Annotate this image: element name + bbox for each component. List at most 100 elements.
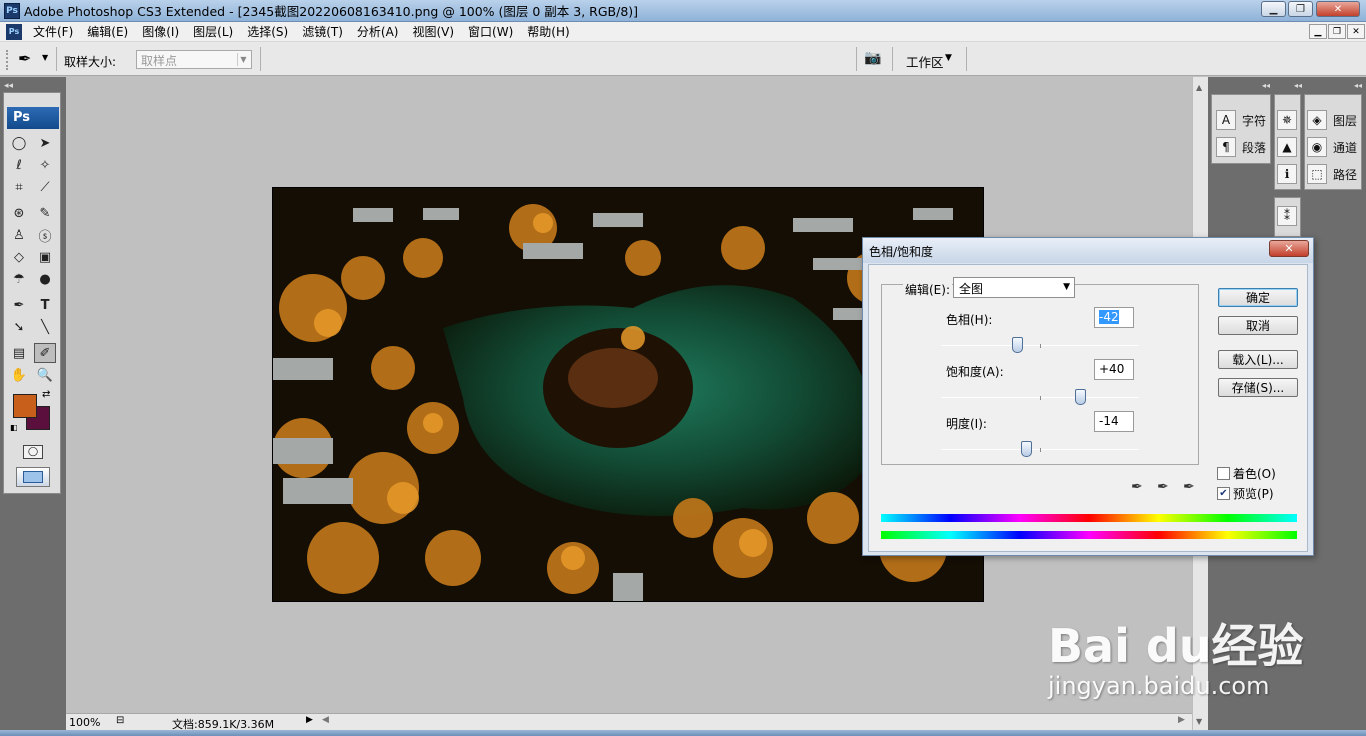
paths-panel-button[interactable]: ⬚ 路径 <box>1307 164 1357 184</box>
saturation-input[interactable]: +40 <box>1094 359 1134 380</box>
zoom-level[interactable]: 100% <box>69 716 100 729</box>
slice-tool-icon[interactable]: ⟋ <box>34 177 56 197</box>
zoom-tool-icon[interactable]: 🔍 <box>34 365 56 385</box>
hand-tool-icon[interactable]: ✋ <box>8 365 30 385</box>
gradient-tool-icon[interactable]: ▣ <box>34 247 56 267</box>
cancel-button[interactable]: 取消 <box>1218 316 1298 335</box>
hue-input[interactable]: -42 <box>1094 307 1134 328</box>
document-icon[interactable]: Ps <box>6 23 22 40</box>
brushes-panel-button[interactable]: ⁑ <box>1277 206 1303 226</box>
blur-tool-icon[interactable]: ☂ <box>8 269 30 289</box>
doc-minimize-button[interactable]: ▁ <box>1309 24 1327 39</box>
options-grip[interactable] <box>6 50 16 70</box>
workspace-chevron-icon[interactable]: ▼ <box>945 53 952 63</box>
colorize-checkbox[interactable]: 着色(O) <box>1217 465 1276 482</box>
input-color-bar <box>881 514 1297 522</box>
channels-panel-button[interactable]: ◉ 通道 <box>1307 137 1357 157</box>
title-bar: Ps Adobe Photoshop CS3 Extended - [2345截… <box>0 0 1366 22</box>
scroll-up-icon[interactable]: ▲ <box>1196 83 1202 92</box>
foreground-color-swatch[interactable] <box>13 394 37 418</box>
save-button[interactable]: 存储(S)... <box>1218 378 1298 397</box>
doc-close-button[interactable]: ✕ <box>1347 24 1365 39</box>
eyedropper-tool-icon[interactable]: ✒ <box>18 49 31 68</box>
hue-value: -42 <box>1099 310 1119 324</box>
menu-analysis[interactable]: 分析(A) <box>350 23 406 40</box>
info-panel-button[interactable]: ℹ <box>1277 164 1303 184</box>
preview-checkbox[interactable]: ✔ 预览(P) <box>1217 485 1274 502</box>
lasso-tool-icon[interactable]: ℓ <box>8 155 30 175</box>
collapse-panel-icon-2[interactable]: ◂◂ <box>1276 81 1302 91</box>
eraser-tool-icon[interactable]: ◇ <box>8 247 30 267</box>
menu-help[interactable]: 帮助(H) <box>520 23 576 40</box>
scroll-down-icon[interactable]: ▼ <box>1196 717 1202 726</box>
crop-tool-icon[interactable]: ⌗ <box>8 177 30 197</box>
chevron-down-icon: ▼ <box>237 53 249 66</box>
magic-wand-tool-icon[interactable]: ✧ <box>34 155 56 175</box>
collapse-toolbox-icon[interactable]: ◂◂ <box>4 81 13 91</box>
brush-tool-icon[interactable]: ✎ <box>34 203 56 223</box>
default-colors-icon[interactable]: ◧ <box>10 423 18 432</box>
lightness-input[interactable]: -14 <box>1094 411 1134 432</box>
preview-label: 预览(P) <box>1233 487 1274 501</box>
scroll-left-icon[interactable]: ◀ <box>322 715 329 725</box>
line-tool-icon[interactable]: ╲ <box>34 317 56 337</box>
menu-layer[interactable]: 图层(L) <box>186 23 240 40</box>
minimize-button[interactable]: ▁ <box>1261 1 1286 17</box>
notes-tool-icon[interactable]: ▤ <box>8 343 30 363</box>
workspace-menu[interactable]: 工作区 <box>906 52 944 71</box>
healing-brush-tool-icon[interactable]: ⊛ <box>8 203 30 223</box>
collapse-panel-icon-3[interactable]: ◂◂ <box>1306 81 1362 91</box>
lightness-value: -14 <box>1099 414 1119 428</box>
menu-view[interactable]: 视图(V) <box>405 23 461 40</box>
load-button[interactable]: 载入(L)... <box>1218 350 1298 369</box>
tool-preset-chevron-icon[interactable]: ▼ <box>42 53 48 62</box>
lightness-slider-thumb[interactable] <box>1021 441 1033 457</box>
dialog-close-button[interactable]: ✕ <box>1269 240 1309 257</box>
collapse-panel-icon[interactable]: ◂◂ <box>1212 81 1270 91</box>
status-menu-arrow-icon[interactable]: ▶ <box>306 715 313 725</box>
colorize-box <box>1217 467 1230 480</box>
ok-button[interactable]: 确定 <box>1218 288 1298 307</box>
histogram-panel-button[interactable]: ▲ <box>1277 137 1303 157</box>
eyedropper-minus-icon[interactable]: ✒ <box>1183 479 1195 495</box>
maximize-button[interactable]: ❐ <box>1288 1 1313 17</box>
navigator-panel-button[interactable]: ✵ <box>1277 110 1303 130</box>
hue-slider-thumb[interactable] <box>1011 337 1023 353</box>
saturation-slider-thumb[interactable] <box>1074 389 1086 405</box>
eyedropper-plus-icon[interactable]: ✒ <box>1157 479 1169 495</box>
menu-filter[interactable]: 滤镜(T) <box>295 23 350 40</box>
pen-tool-icon[interactable]: ✒ <box>8 295 30 315</box>
eyedropper-icon[interactable]: ✒ <box>1131 479 1143 495</box>
menu-select[interactable]: 选择(S) <box>240 23 295 40</box>
menu-image[interactable]: 图像(I) <box>135 23 186 40</box>
close-button[interactable]: ✕ <box>1316 1 1360 17</box>
swap-colors-icon[interactable]: ⇄ <box>42 389 50 400</box>
layers-panel-button[interactable]: ◈ 图层 <box>1307 110 1357 130</box>
quick-mask-icon[interactable]: ◯ <box>23 445 43 459</box>
screen-mode-button[interactable] <box>16 467 50 487</box>
sample-size-select[interactable]: 取样点 ▼ <box>136 50 252 69</box>
paragraph-label: 段落 <box>1242 140 1267 155</box>
eyedropper-tool-icon[interactable]: ✐ <box>34 343 56 363</box>
history-brush-tool-icon[interactable]: ⓢ <box>34 225 56 245</box>
channels-icon: ◉ <box>1307 137 1327 157</box>
output-color-bar <box>881 531 1297 539</box>
dialog-title[interactable]: 色相/饱和度 <box>863 238 1313 263</box>
dodge-tool-icon[interactable]: ● <box>34 269 56 289</box>
move-tool-icon[interactable]: ➤ <box>34 133 56 153</box>
status-icon[interactable]: ⊟ <box>116 715 124 726</box>
menu-file[interactable]: 文件(F) <box>26 23 80 40</box>
doc-restore-button[interactable]: ❐ <box>1328 24 1346 39</box>
path-selection-tool-icon[interactable]: ➘ <box>8 317 30 337</box>
clone-stamp-tool-icon[interactable]: ♙ <box>8 225 30 245</box>
type-tool-icon[interactable]: T <box>34 295 56 315</box>
layers-icon: ◈ <box>1307 110 1327 130</box>
marquee-tool-icon[interactable]: ◯ <box>8 133 30 153</box>
scroll-right-icon[interactable]: ▶ <box>1178 715 1185 725</box>
edit-range-select[interactable]: 全图 ▼ <box>953 277 1075 298</box>
file-browser-icon[interactable]: 📷 <box>864 50 886 68</box>
character-panel-button[interactable]: A 字符 <box>1216 110 1266 130</box>
paragraph-panel-button[interactable]: ¶ 段落 <box>1216 137 1266 157</box>
menu-edit[interactable]: 编辑(E) <box>80 23 135 40</box>
menu-window[interactable]: 窗口(W) <box>461 23 520 40</box>
